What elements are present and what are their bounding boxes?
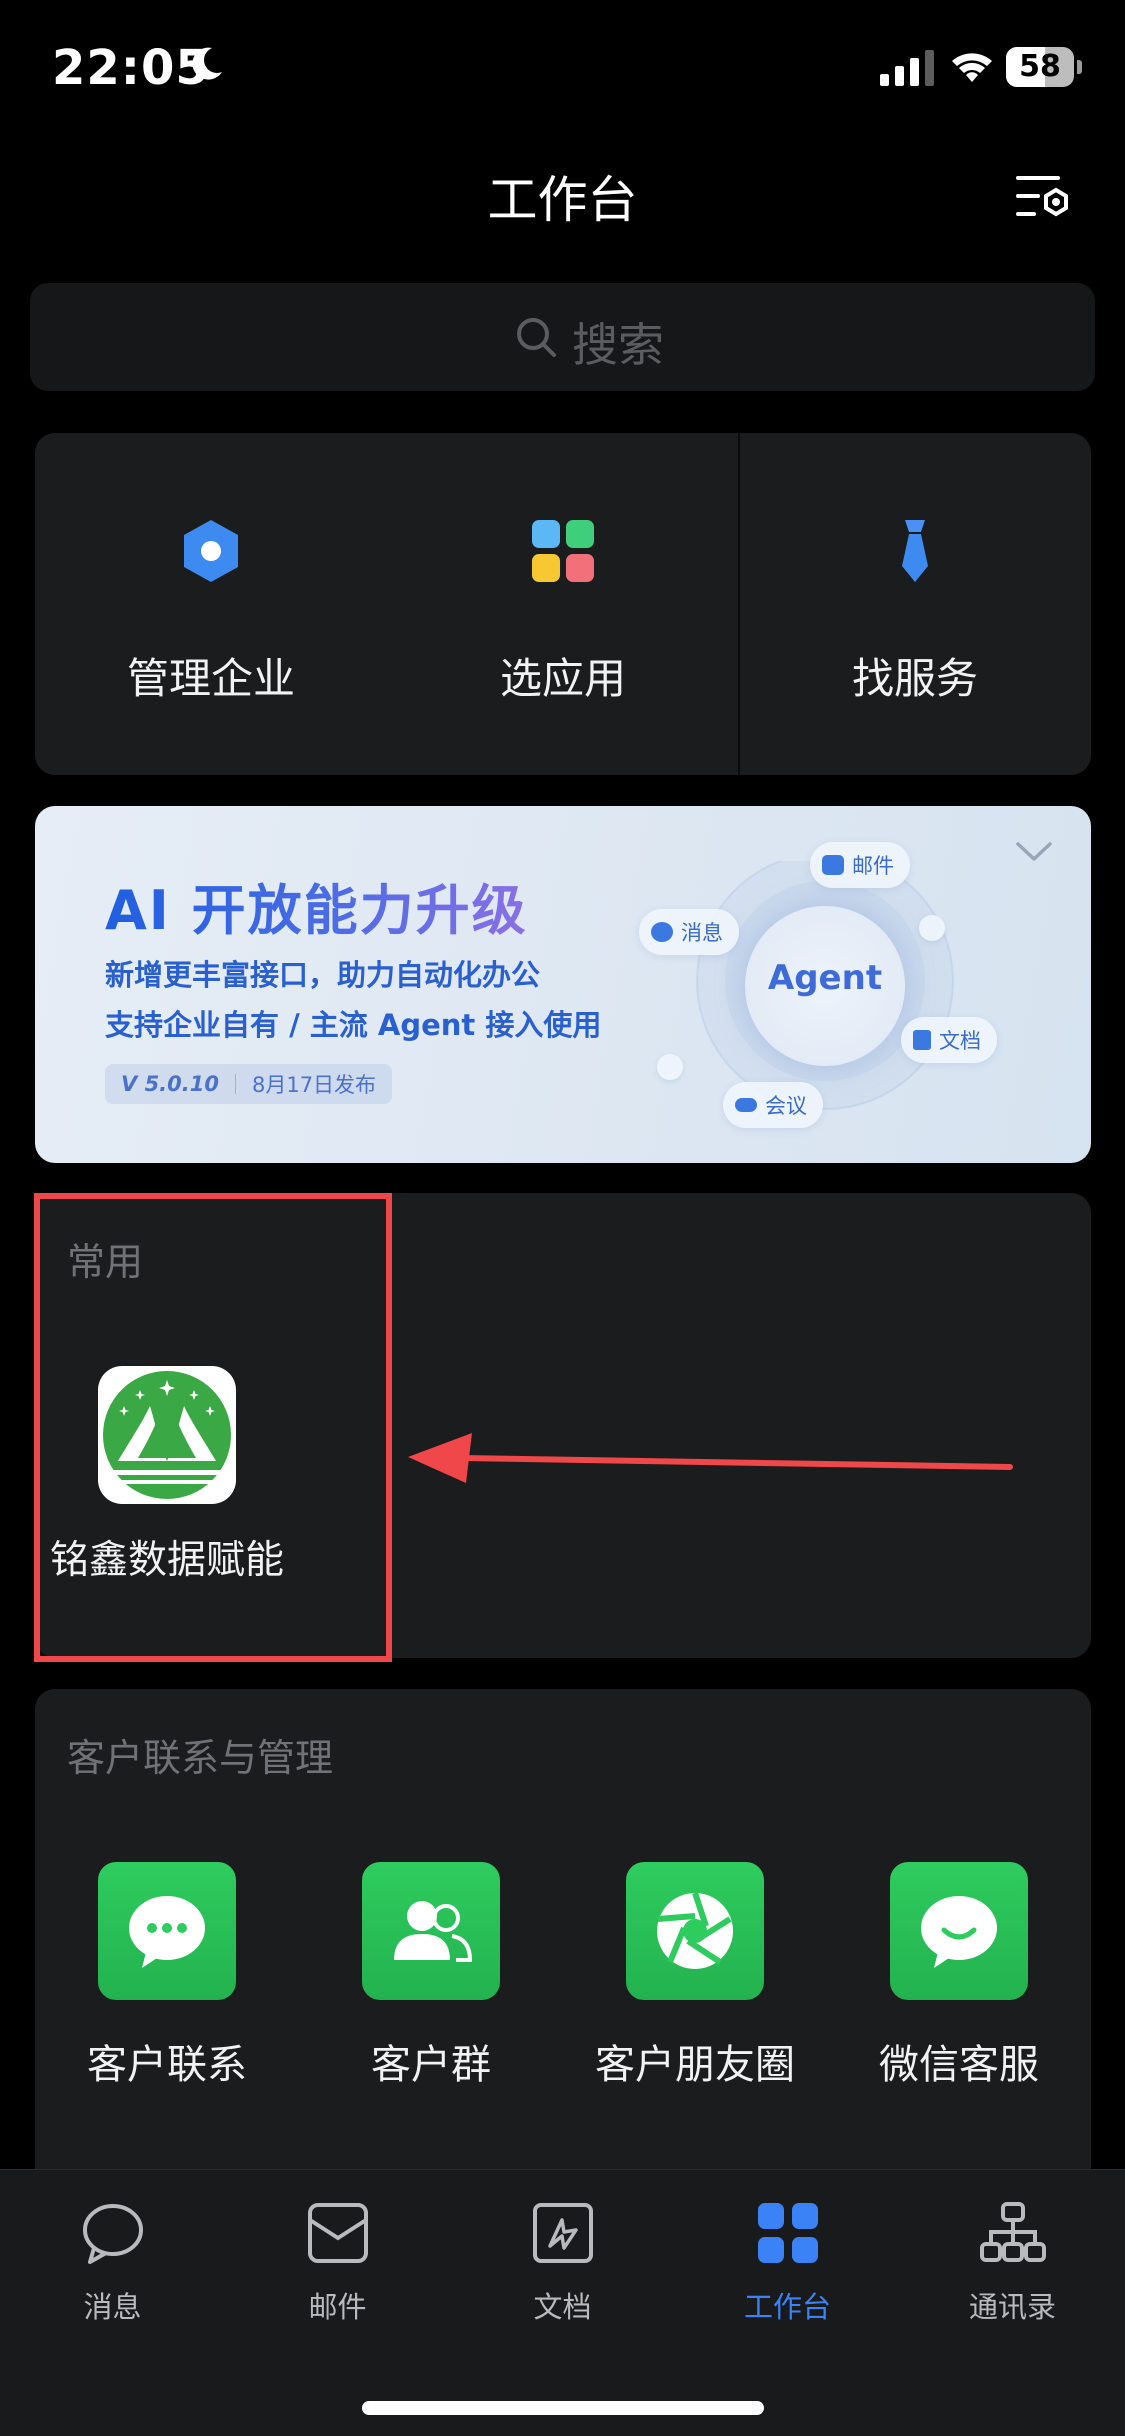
hexagon-settings-icon xyxy=(184,520,238,582)
chip-label: 邮件 xyxy=(852,854,894,878)
decor-dot xyxy=(657,1054,683,1080)
mingxin-app-label: 铭鑫数据赋能 xyxy=(49,1538,284,1583)
customer-moments-tile xyxy=(626,1862,764,2000)
banner-subtitle: 支持企业自有 / 主流 Agent 接入使用 xyxy=(105,1008,602,1042)
section-title: 客户联系与管理 xyxy=(67,1736,334,1780)
workbench-settings-icon[interactable] xyxy=(1012,170,1072,226)
quick-action-label: 管理企业 xyxy=(126,654,295,703)
quick-action-label: 选应用 xyxy=(499,654,626,703)
workbench-icon xyxy=(758,2203,818,2263)
message-icon xyxy=(83,2204,143,2264)
tab-mail[interactable]: 邮件 xyxy=(225,2200,450,2340)
manage-enterprise-button[interactable]: 管理企业 xyxy=(35,433,387,775)
chip-label: 消息 xyxy=(681,921,723,945)
search-input[interactable]: 搜索 xyxy=(30,283,1095,391)
wechat-service-tile xyxy=(890,1862,1028,2000)
select-apps-button[interactable]: 选应用 xyxy=(387,433,739,775)
red-arrow-annotation xyxy=(408,1433,1013,1483)
app-grid-icon xyxy=(532,520,594,582)
cellular-signal-icon xyxy=(880,50,934,86)
version-badge: V 5.0.10 8月17日发布 xyxy=(105,1064,393,1104)
battery-indicator: 58 xyxy=(1006,47,1082,87)
quick-action-label: 找服务 xyxy=(851,654,978,703)
tab-label: 工作台 xyxy=(743,2290,831,2324)
customer-contact-tile xyxy=(98,1862,236,2000)
release-date: 8月17日发布 xyxy=(251,1073,377,1097)
mail-chip: 邮件 xyxy=(810,842,910,888)
page-title: 工作台 xyxy=(487,171,638,229)
customer-item-label: 客户群 xyxy=(371,2042,491,2088)
agent-circle: Agent xyxy=(745,906,905,1066)
tie-icon xyxy=(902,520,928,582)
smile-bubble-icon xyxy=(921,1896,997,1968)
customer-group-tile xyxy=(362,1862,500,2000)
search-placeholder: 搜索 xyxy=(572,318,664,372)
banner-title: AI 开放能力升级 xyxy=(105,866,528,945)
tab-label: 邮件 xyxy=(308,2290,367,2324)
search-icon xyxy=(517,318,556,357)
mail-icon xyxy=(308,2203,368,2263)
chip-label: 会议 xyxy=(765,1094,807,1118)
wifi-icon xyxy=(952,53,992,82)
tab-documents[interactable]: 文档 xyxy=(450,2200,675,2340)
tab-messages[interactable]: 消息 xyxy=(0,2200,225,2340)
customer-item-label: 客户联系 xyxy=(87,2042,247,2088)
tab-contacts[interactable]: 通讯录 xyxy=(900,2200,1125,2340)
find-service-button[interactable]: 找服务 xyxy=(739,433,1091,775)
chip-label: 文档 xyxy=(939,1029,981,1053)
message-chip: 消息 xyxy=(639,909,739,955)
chevron-down-icon[interactable] xyxy=(1015,840,1053,864)
moon-icon xyxy=(192,47,222,80)
decor-dot xyxy=(919,915,945,941)
ai-upgrade-banner[interactable]: AI 开放能力升级 新增更丰富接口，助力自动化办公 支持企业自有 / 主流 Ag… xyxy=(35,806,1091,1163)
bottom-tab-bar: 消息 邮件 文档 工作台 通讯录 xyxy=(0,2169,1125,2436)
tab-label: 消息 xyxy=(83,2290,142,2324)
status-bar: 22:05 58 xyxy=(0,0,1125,140)
meeting-icon xyxy=(735,1098,757,1112)
customer-item-label: 客户朋友圈 xyxy=(595,2042,795,2088)
mingxin-app-icon[interactable] xyxy=(98,1366,236,1504)
battery-percent: 58 xyxy=(1019,49,1061,84)
tab-workbench[interactable]: 工作台 xyxy=(675,2200,900,2340)
document-icon xyxy=(913,1030,931,1050)
aperture-icon xyxy=(657,1892,733,1969)
chat-bubble-icon xyxy=(129,1896,205,1968)
tab-label: 文档 xyxy=(533,2290,592,2324)
quick-actions-card: 管理企业 选应用 找服务 xyxy=(35,433,1091,775)
mingxin-logo-icon xyxy=(103,1371,231,1499)
version-text: V 5.0.10 xyxy=(121,1072,219,1096)
meeting-chip: 会议 xyxy=(723,1082,823,1128)
mail-icon xyxy=(822,855,844,875)
document-icon xyxy=(533,2203,593,2263)
banner-subtitle: 新增更丰富接口，助力自动化办公 xyxy=(105,958,541,992)
contacts-icon xyxy=(980,2202,1046,2262)
group-icon xyxy=(394,1901,473,1962)
message-icon xyxy=(651,922,673,942)
home-indicator[interactable] xyxy=(362,2401,764,2415)
customer-item-label: 微信客服 xyxy=(879,2042,1039,2088)
doc-chip: 文档 xyxy=(901,1017,997,1063)
agent-label: Agent xyxy=(767,958,883,998)
tab-label: 通讯录 xyxy=(968,2290,1056,2324)
